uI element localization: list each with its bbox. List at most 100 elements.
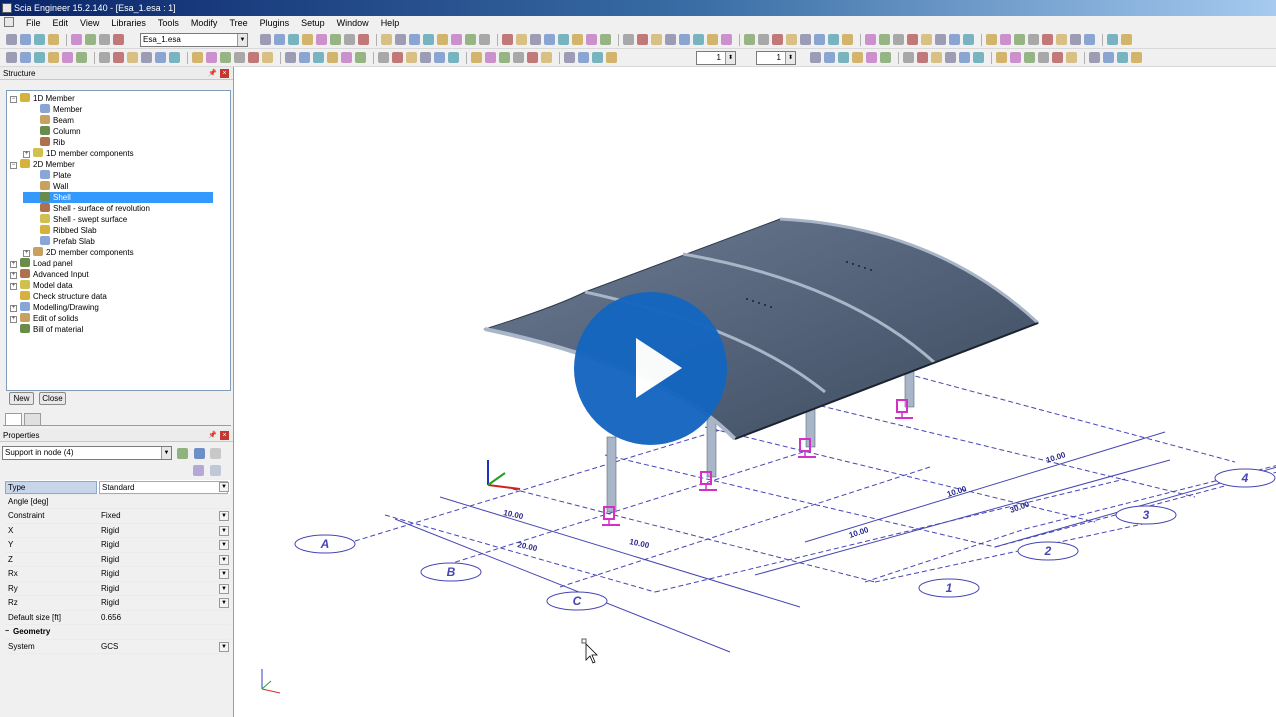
toolbar-button-icon[interactable] <box>355 52 366 63</box>
toolbar-button-icon[interactable] <box>485 52 496 63</box>
toolbar-button-icon[interactable] <box>828 34 839 45</box>
tree-item-wall[interactable]: Wall <box>23 181 68 192</box>
menu-edit[interactable]: Edit <box>47 16 75 31</box>
toolbar-button-icon[interactable] <box>564 52 575 63</box>
chevron-down-icon[interactable]: ▼ <box>219 598 229 608</box>
toolbar-button-icon[interactable] <box>907 34 918 45</box>
chevron-down-icon[interactable]: ▼ <box>219 569 229 579</box>
toolbar-button-icon[interactable] <box>34 34 45 45</box>
toolbar-button-icon[interactable] <box>1014 34 1025 45</box>
spin-arrows-icon[interactable]: ⬍ <box>785 52 795 64</box>
property-value[interactable]: Rigid <box>101 538 119 552</box>
chevron-down-icon[interactable]: ▼ <box>219 641 229 652</box>
toolbar-button-icon[interactable] <box>973 52 984 63</box>
toolbar-button-icon[interactable] <box>1070 34 1081 45</box>
property-value[interactable]: Rigid <box>101 553 119 567</box>
toolbar-button-icon[interactable] <box>192 52 203 63</box>
tree-item-edit-of-solids[interactable]: + Edit of solids <box>10 313 78 324</box>
toolbar-button-icon[interactable] <box>1121 34 1132 45</box>
toolbar-button-icon[interactable] <box>220 52 231 63</box>
toolbar-button-icon[interactable] <box>516 34 527 45</box>
toolbar-button-icon[interactable] <box>1052 52 1063 63</box>
toolbar-button-icon[interactable] <box>127 52 138 63</box>
toolbar-button-icon[interactable] <box>530 34 541 45</box>
tree-item-bill-of-material[interactable]: Bill of material <box>10 324 83 335</box>
toolbar-button-icon[interactable] <box>578 52 589 63</box>
toolbar-button-icon[interactable] <box>1131 52 1142 63</box>
toolbar-button-icon[interactable] <box>865 34 876 45</box>
property-value[interactable]: Standard <box>99 481 228 494</box>
toolbar-button-icon[interactable] <box>378 52 389 63</box>
toolbar-button-icon[interactable] <box>838 52 849 63</box>
tree-item-member[interactable]: Member <box>23 104 82 115</box>
toolbar-button-icon[interactable] <box>358 34 369 45</box>
expand-icon[interactable]: + <box>10 261 17 268</box>
toolbar-button-icon[interactable] <box>409 34 420 45</box>
funnel-icon[interactable] <box>193 448 205 459</box>
property-value[interactable]: GCS <box>101 640 118 654</box>
spin-input-2[interactable]: 1 ⬍ <box>756 51 796 65</box>
property-value[interactable]: Rigid <box>101 596 119 610</box>
toolbar-button-icon[interactable] <box>316 34 327 45</box>
toolbar-button-icon[interactable] <box>341 52 352 63</box>
toolbar-button-icon[interactable] <box>20 52 31 63</box>
spin-input-1[interactable]: 1 ⬍ <box>696 51 736 65</box>
toolbar-button-icon[interactable] <box>786 34 797 45</box>
property-value[interactable]: Fixed <box>101 509 121 523</box>
toolbar-button-icon[interactable] <box>1010 52 1021 63</box>
toolbar-button-icon[interactable] <box>1000 34 1011 45</box>
toolbar-button-icon[interactable] <box>448 52 459 63</box>
toolbar-button-icon[interactable] <box>917 52 928 63</box>
pin-icon[interactable]: 📌 <box>208 429 217 442</box>
toolbar-button-icon[interactable] <box>48 34 59 45</box>
palette-icon[interactable] <box>193 465 204 476</box>
toolbar-button-icon[interactable] <box>392 52 403 63</box>
collapse-icon[interactable]: − <box>10 96 17 103</box>
toolbar-button-icon[interactable] <box>880 52 891 63</box>
toolbar-button-icon[interactable] <box>986 34 997 45</box>
toolbar-button-icon[interactable] <box>20 34 31 45</box>
menu-plugins[interactable]: Plugins <box>254 16 296 31</box>
property-row-rx[interactable]: Rx Rigid ▼ <box>5 567 230 582</box>
toolbar-button-icon[interactable] <box>800 34 811 45</box>
tree-item-beam[interactable]: Beam <box>23 115 74 126</box>
layers-tab-icon[interactable] <box>24 413 41 426</box>
toolbar-button-icon[interactable] <box>1117 52 1128 63</box>
toolbar-button-icon[interactable] <box>76 52 87 63</box>
menu-view[interactable]: View <box>74 16 105 31</box>
toolbar-button-icon[interactable] <box>169 52 180 63</box>
toolbar-button-icon[interactable] <box>1028 34 1039 45</box>
expand-icon[interactable]: + <box>10 272 17 279</box>
chevron-down-icon[interactable]: ▼ <box>219 482 229 492</box>
toolbar-button-icon[interactable] <box>274 34 285 45</box>
toolbar-button-icon[interactable] <box>344 34 355 45</box>
project-combo[interactable]: Esa_1.esa ▼ <box>140 33 248 47</box>
tree-item-column[interactable]: Column <box>23 126 81 137</box>
menu-modify[interactable]: Modify <box>185 16 224 31</box>
expand-icon[interactable]: + <box>23 250 30 257</box>
toolbar-button-icon[interactable] <box>665 34 676 45</box>
tree-tab-icon[interactable] <box>5 413 22 426</box>
properties-selector[interactable]: Support in node (4) ▼ <box>2 446 172 460</box>
toolbar-button-icon[interactable] <box>113 34 124 45</box>
toolbar-button-icon[interactable] <box>921 34 932 45</box>
property-row-z[interactable]: Z Rigid ▼ <box>5 553 230 567</box>
expand-icon[interactable]: + <box>10 283 17 290</box>
tree-item-model-data[interactable]: + Model data <box>10 280 73 291</box>
close-button[interactable]: Close <box>39 392 66 405</box>
toolbar-button-icon[interactable] <box>471 52 482 63</box>
expand-icon[interactable]: + <box>10 305 17 312</box>
tree-item-shell[interactable]: Shell <box>23 192 213 203</box>
tree-item-check-structure-data[interactable]: Check structure data <box>10 291 107 302</box>
app-icon[interactable] <box>2 3 12 13</box>
toolbar-button-icon[interactable] <box>381 34 392 45</box>
tree-item-2d-member-components[interactable]: +2D member components <box>23 247 134 258</box>
property-row-type[interactable]: Type Standard ▼ <box>5 480 230 495</box>
property-row-constraint[interactable]: Constraint Fixed ▼ <box>5 509 230 524</box>
toolbar-button-icon[interactable] <box>959 52 970 63</box>
toolbar-button-icon[interactable] <box>586 34 597 45</box>
toolbar-button-icon[interactable] <box>707 34 718 45</box>
toolbar-button-icon[interactable] <box>852 52 863 63</box>
toolbar-button-icon[interactable] <box>48 52 59 63</box>
toolbar-button-icon[interactable] <box>113 52 124 63</box>
